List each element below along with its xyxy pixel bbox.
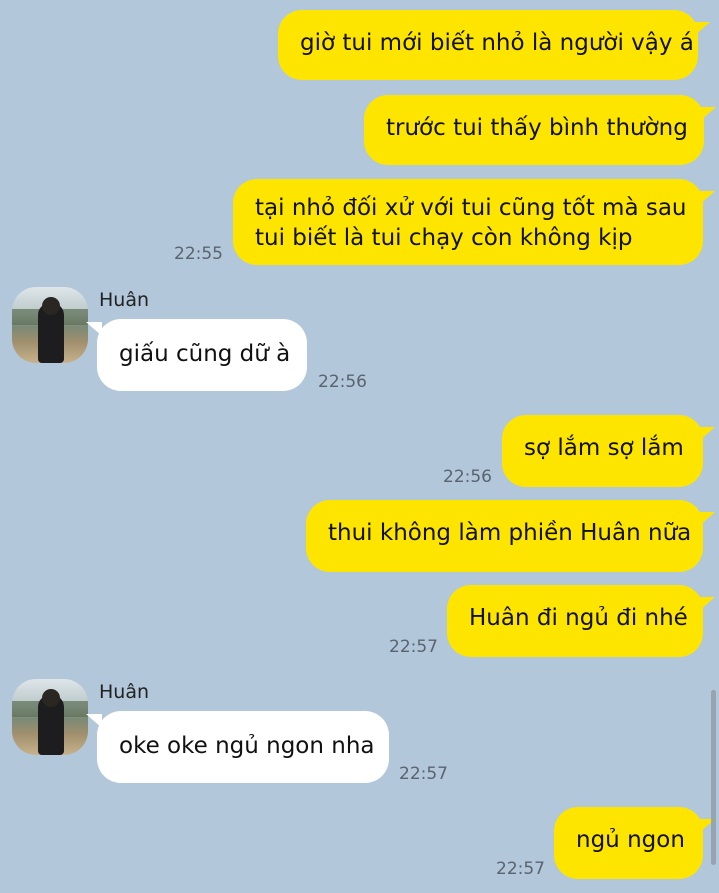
message-text: ngủ ngon [576,827,685,853]
message-text-line-2: tui biết là tui chạy còn không kịp [255,225,633,251]
bubble-tail [694,22,710,36]
message-text: trước tui thấy bình thường [386,115,688,141]
message-text: thui không làm phiền Huân nữa [328,520,692,546]
message-bubble-incoming[interactable]: giấu cũng dữ à [97,319,307,391]
sender-name: Huân [99,289,150,311]
message-timestamp: 22:56 [443,467,492,487]
bubble-tail [699,191,715,205]
message-text: giấu cũng dữ à [119,341,291,367]
message-timestamp: 22:57 [496,859,545,879]
message-bubble-outgoing[interactable]: sợ lắm sợ lắm [502,415,703,487]
bubble-tail [699,427,715,441]
bubble-tail [699,512,715,526]
chat-area[interactable]: giờ tui mới biết nhỏ là người vậy á trướ… [0,0,719,893]
message-timestamp: 22:55 [174,244,223,264]
bubble-tail [699,597,715,611]
message-bubble-incoming[interactable]: oke oke ngủ ngon nha [97,711,389,783]
message-text-line-1: tại nhỏ đối xử với tui cũng tốt mà sau [255,195,687,221]
message-timestamp: 22:57 [389,637,438,657]
message-text: giờ tui mới biết nhỏ là người vậy á [300,30,694,56]
message-text: sợ lắm sợ lắm [524,435,684,461]
message-bubble-outgoing[interactable]: giờ tui mới biết nhỏ là người vậy á [278,10,698,80]
message-bubble-outgoing[interactable]: thui không làm phiền Huân nữa [306,500,703,572]
message-timestamp: 22:56 [318,372,367,392]
contact-avatar[interactable] [12,287,88,363]
scrollbar[interactable] [711,690,716,865]
message-bubble-outgoing[interactable]: tại nhỏ đối xử với tui cũng tốt mà sau t… [233,179,703,265]
message-bubble-outgoing[interactable]: trước tui thấy bình thường [364,95,704,165]
message-bubble-outgoing[interactable]: Huân đi ngủ đi nhé [447,585,703,657]
message-timestamp: 22:57 [399,764,448,784]
bubble-tail [700,107,716,121]
contact-avatar[interactable] [12,679,88,755]
message-text: oke oke ngủ ngon nha [119,733,375,759]
message-text: Huân đi ngủ đi nhé [469,605,688,631]
sender-name: Huân [99,681,150,703]
message-bubble-outgoing[interactable]: ngủ ngon [554,807,703,879]
